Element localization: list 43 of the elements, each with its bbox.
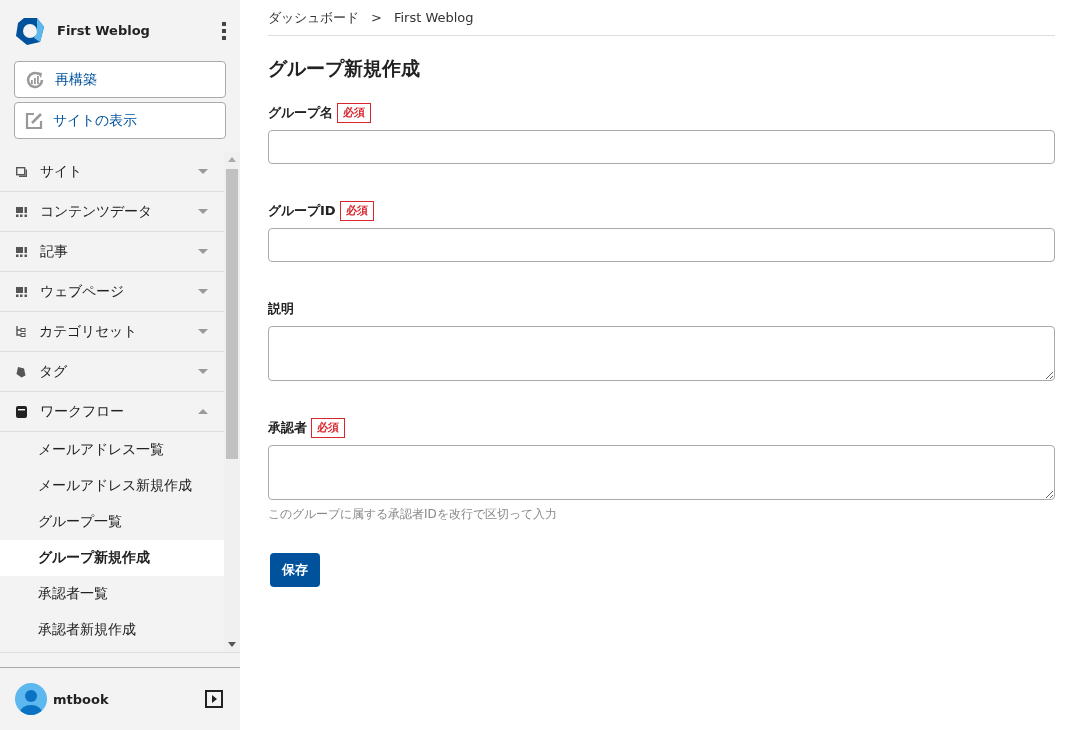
rebuild-button[interactable]: 再構築 [14,61,226,98]
field-label: グループ名 [268,104,333,122]
nav-subitem[interactable]: メールアドレス新規作成 [0,468,224,504]
text-area[interactable] [268,445,1055,500]
breadcrumb-link[interactable]: First Weblog [393,10,474,25]
avatar-icon [15,683,47,715]
required-badge: 必須 [311,418,345,438]
more-icon[interactable] [222,21,226,40]
nav-item[interactable]: ワークフロー [0,392,224,432]
play-icon[interactable] [205,690,223,708]
logo-icon [15,15,45,46]
field-label: 承認者 [268,419,307,437]
archive-icon [16,405,27,418]
help-text: このグループに属する承認者IDを改行で区切って入力 [268,506,558,523]
breadcrumb-separator: > [371,10,382,25]
required-badge: 必須 [339,201,374,221]
input-field[interactable] [268,130,1055,164]
rebuild-icon [25,69,45,90]
field-label: グループID [268,202,336,220]
grid-icon [16,246,27,257]
nav-subitem[interactable]: 承認者一覧 [0,576,224,612]
grid-icon [16,286,27,297]
edit-icon [25,111,43,130]
nav-subitem[interactable]: 承認者新規作成 [0,612,224,648]
page-title: グループ新規作成 [268,56,421,81]
nav-subitem[interactable]: グループ一覧 [0,504,224,540]
save-button[interactable]: 保存 [270,553,320,587]
nav-subitem[interactable]: グループ新規作成 [0,540,224,576]
scroll-up-icon[interactable] [228,157,236,162]
breadcrumb-link[interactable]: ダッシュボード [268,8,359,27]
tree-icon [16,326,26,337]
site-name: First Weblog [57,23,151,38]
view-site-button[interactable]: サイトの表示 [14,102,226,139]
input-field[interactable] [268,228,1055,262]
required-badge: 必須 [337,103,371,123]
field-label: 説明 [268,300,294,318]
tag-icon [16,365,26,378]
user-name: mtbook [53,691,110,707]
grid-icon [16,206,27,217]
nav-subitem[interactable]: メールアドレス一覧 [0,432,224,468]
scroll-down-icon[interactable] [228,642,236,647]
text-area[interactable] [268,326,1055,381]
window-icon [16,166,27,177]
